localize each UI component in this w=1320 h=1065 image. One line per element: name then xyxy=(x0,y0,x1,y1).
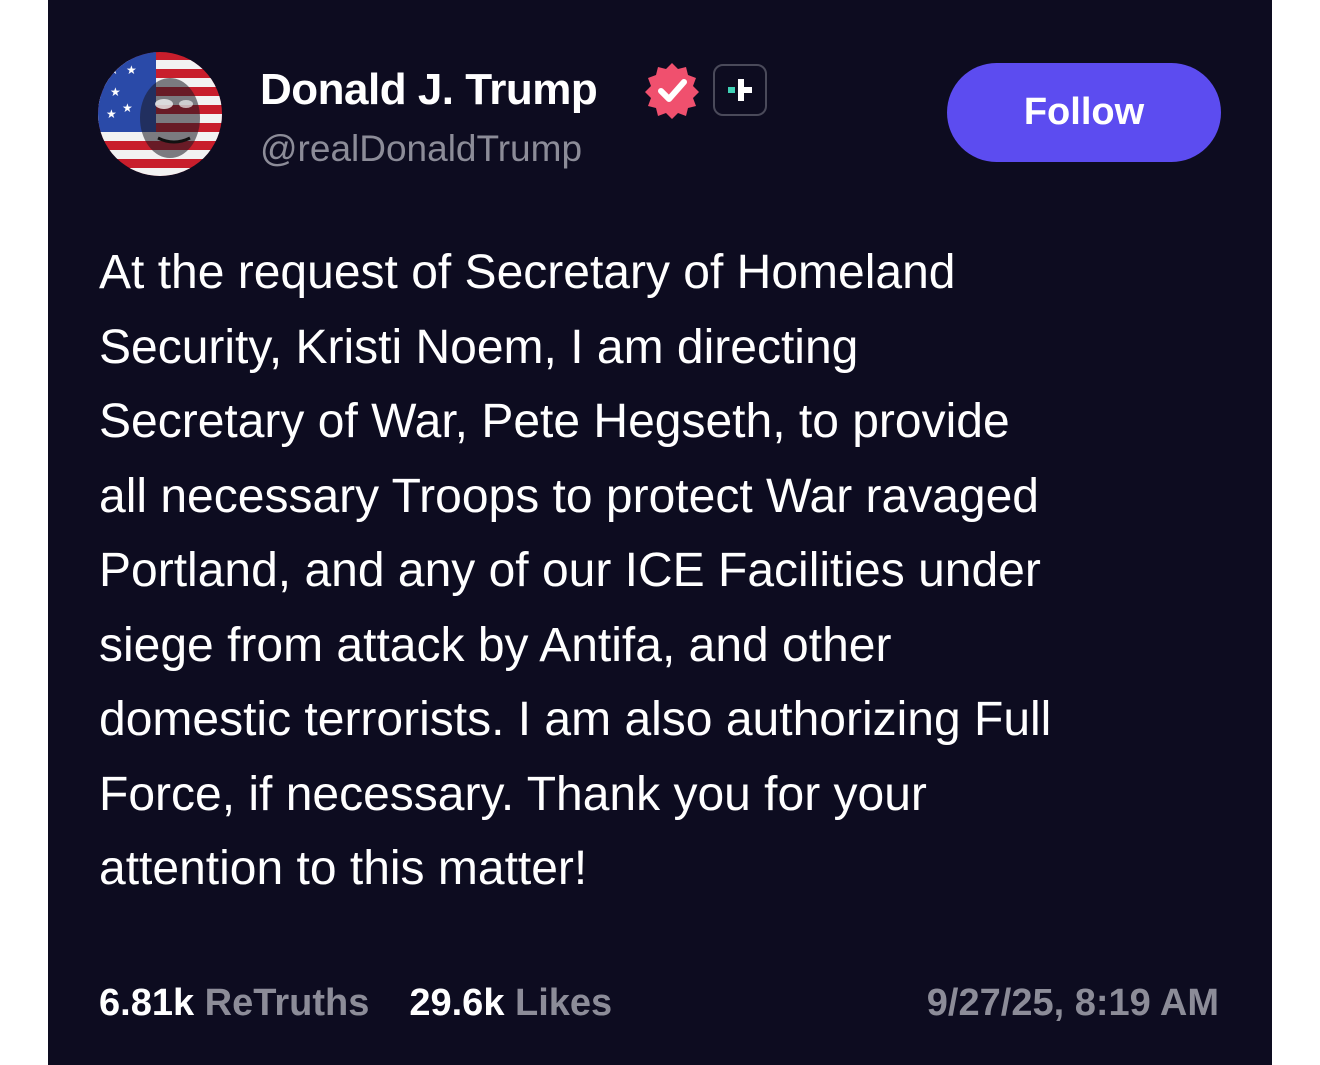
retruths-label: ReTruths xyxy=(204,982,370,1024)
truth-plus-icon xyxy=(713,64,767,116)
post-timestamp[interactable]: 9/27/25, 8:19 AM xyxy=(927,978,1219,1028)
avatar[interactable]: ★ ★ ★ ★ ★ xyxy=(98,52,222,176)
svg-text:★: ★ xyxy=(110,85,121,99)
follow-button[interactable]: Follow xyxy=(947,63,1221,162)
post-body-line: Secretary of War, Pete Hegseth, to provi… xyxy=(99,395,1010,448)
post-body-line: Security, Kristi Noem, I am directing xyxy=(99,320,859,374)
post-body-line: attention to this matter! xyxy=(99,842,588,895)
likes-count: 29.6k xyxy=(409,982,505,1024)
retruths-count: 6.81k xyxy=(99,982,195,1024)
svg-text:★: ★ xyxy=(108,63,119,77)
post-body-line: all necessary Troops to protect War rava… xyxy=(99,469,1039,523)
likes-label: Likes xyxy=(515,982,613,1024)
likes-stat[interactable]: 29.6k Likes xyxy=(409,982,612,1024)
american-flag-portrait-avatar-icon: ★ ★ ★ ★ ★ xyxy=(98,52,222,176)
post-body-line: Portland, and any of our ICE Facilities … xyxy=(99,544,1041,597)
svg-text:★: ★ xyxy=(126,63,137,77)
post-body-line: domestic terrorists. I am also authorizi… xyxy=(99,693,1052,746)
verified-check-icon xyxy=(642,60,702,120)
post-body-line: Force, if necessary. Thank you for your xyxy=(99,767,927,821)
truth-post-card: ★ ★ ★ ★ ★ Donald J. Trump @realDonaldTru… xyxy=(48,0,1272,1065)
post-body-line: siege from attack by Antifa, and other xyxy=(99,618,892,672)
svg-text:★: ★ xyxy=(122,101,133,115)
post-body-line: At the request of Secretary of Homeland xyxy=(99,246,956,299)
retruths-stat[interactable]: 6.81k ReTruths xyxy=(99,982,369,1024)
author-display-name[interactable]: Donald J. Trump xyxy=(260,64,598,116)
post-body: At the request of Secretary of Homeland … xyxy=(99,236,1239,907)
post-stats: 6.81k ReTruths 29.6k Likes xyxy=(99,978,612,1028)
author-handle[interactable]: @realDonaldTrump xyxy=(260,126,582,172)
svg-text:★: ★ xyxy=(106,107,117,121)
